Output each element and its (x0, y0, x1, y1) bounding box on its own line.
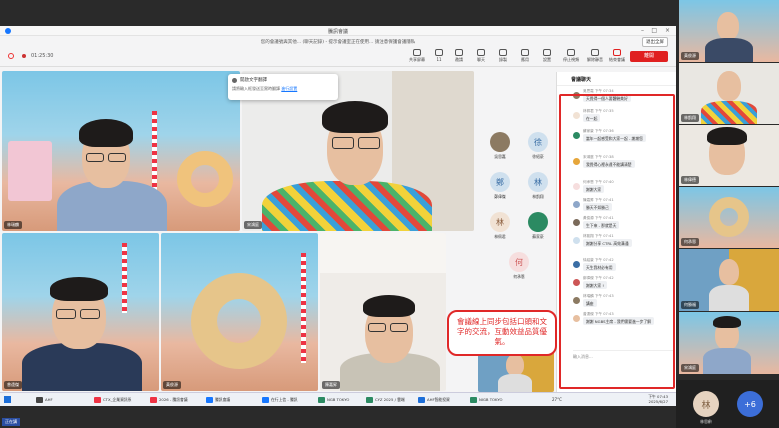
tooltip-body: 請將輸入框發送至實時翻譯 進行設置 (232, 86, 334, 92)
avatar-name: 徐紹豪 (532, 154, 544, 159)
video-tile[interactable]: 曾遠傑 (2, 233, 159, 391)
exit-fullscreen-button[interactable]: 退出全屏 (642, 37, 668, 47)
notice-banner: 您的會議號與其他... (聊天記錄) - 提示會議室正在使用... 請注意保護會… (0, 36, 676, 47)
avatar[interactable] (528, 212, 548, 232)
camera-icon (567, 49, 575, 56)
minimize-icon[interactable]: – (641, 27, 644, 34)
avatar-name: 何承恩 (513, 274, 525, 279)
apps-button[interactable]: 應用 (514, 49, 536, 63)
chat-header: 會議聊天 × (557, 72, 676, 86)
title-bar: 騰訊會議 – □ × (0, 26, 676, 36)
avatar[interactable]: 林 (490, 212, 510, 232)
tile-name: 黃俊源 (163, 381, 181, 389)
participants-button[interactable]: 11 (428, 49, 450, 62)
window-title: 騰訊會議 (327, 29, 348, 35)
weather-temperature: 27°C (552, 397, 562, 402)
taskbar-item[interactable]: AHF (36, 395, 53, 405)
avatar[interactable]: 林 (693, 391, 719, 417)
avatar-name: 林凱翔 (532, 194, 544, 199)
avatar-name: 吳思嘉 (494, 154, 506, 159)
taskbar-item[interactable]: CTX_企業資訊系 (94, 395, 131, 405)
avatar[interactable]: 何 (509, 252, 529, 272)
video-tile[interactable]: 林瑞麟 (2, 71, 240, 231)
strip-video-tile[interactable]: 黃俊源 (679, 0, 779, 62)
record-status-icon (8, 53, 14, 59)
info-icon (232, 78, 237, 83)
apps-icon (521, 49, 529, 56)
translation-tooltip: 開啟文字翻譯 請將輸入框發送至實時翻譯 進行設置 (228, 74, 338, 100)
meeting-toolbar: 01:25:30 共享屏幕 11 邀請 聊天 錄製 應用 設置 停止視頻 解除靜… (0, 47, 676, 67)
taskbar: AHF CTX_企業資訊系 2026 - 騰訊會議 騰訊會議 在行上信 - 騰訊… (0, 392, 676, 406)
strip-video-tile[interactable]: 林偉德 (679, 125, 779, 186)
speaking-tag: 正在講 (2, 418, 20, 426)
meeting-window: 騰訊會議 – □ × 您的會議號與其他... (聊天記錄) - 提示會議室正在使… (0, 26, 676, 392)
invite-icon (455, 49, 463, 56)
cake-decoration (8, 141, 52, 201)
tile-name: 曾遠傑 (4, 381, 22, 389)
record-button[interactable]: 錄製 (492, 49, 514, 63)
maximize-icon[interactable]: □ (651, 27, 657, 34)
annotation-callout: 會議線上同步包括口頭和文字的交流，互動效益品質優氣。 (447, 310, 557, 356)
settings-button[interactable]: 設置 (536, 49, 558, 63)
tile-name: 陳嘉昇 (322, 381, 340, 389)
close-icon[interactable]: × (665, 27, 670, 34)
chat-icon (477, 49, 485, 56)
people-icon (435, 49, 443, 56)
more-participants-button[interactable]: +6 (737, 391, 763, 417)
invite-button[interactable]: 邀請 (448, 49, 470, 63)
avatar[interactable]: 鄭 (490, 172, 510, 192)
banner-text: 您的會議號與其他... (聊天記錄) - 提示會議室正在使用... 請注意保護會… (260, 40, 416, 45)
video-tile[interactable]: 黃俊源 (161, 233, 318, 391)
stop-share-icon (613, 49, 621, 56)
screen: 騰訊會議 – □ × 您的會議號與其他... (聊天記錄) - 提示會議室正在使… (0, 0, 779, 428)
taskbar-item[interactable]: AHF智能投資 (418, 395, 450, 405)
tile-name: 林瑞麟 (4, 221, 22, 229)
live-dot-icon (22, 54, 26, 58)
share-screen-button[interactable]: 共享屏幕 (406, 49, 428, 63)
taskbar-item[interactable]: 2026 - 騰訊會議 (150, 395, 188, 405)
strip-video-tile[interactable]: 林凱翔 (679, 63, 779, 124)
microphone-icon (591, 49, 599, 56)
taskbar-item[interactable]: CYZ 2025 / 雲端 (366, 395, 405, 405)
close-icon[interactable]: × (571, 75, 670, 82)
avatar-name: 蘇家豪 (532, 234, 544, 239)
share-icon (413, 49, 421, 56)
avatar-name: 林佩君 (494, 234, 506, 239)
avatar-name: 鄭偉傑 (494, 194, 506, 199)
tile-name: 宋鴻庭 (244, 221, 262, 229)
record-icon (499, 49, 507, 56)
taskbar-item[interactable]: 騰訊會議 (206, 395, 230, 405)
avatar[interactable] (490, 132, 510, 152)
strip-video-tile[interactable]: 何承恩 (679, 187, 779, 248)
windows-start-icon[interactable] (4, 396, 11, 403)
chat-button[interactable]: 聊天 (470, 49, 492, 63)
avatar[interactable]: 林 (528, 172, 548, 192)
tooltip-settings-link[interactable]: 進行設置 (281, 86, 297, 91)
tooltip-body-text: 請將輸入框發送至實時翻譯 (232, 86, 280, 91)
avatar[interactable]: 徐 (528, 132, 548, 152)
clock: 下午 07:43 2025/6/27 (648, 394, 668, 404)
video-tile[interactable]: 陳嘉昇 (320, 233, 446, 391)
end-share-button[interactable]: 結束會議 (606, 49, 628, 63)
gear-icon (543, 49, 551, 56)
taskbar-item[interactable]: 在行上信 - 騰訊 (262, 395, 298, 405)
highlight-box (559, 94, 675, 389)
taskbar-item[interactable]: NGB TOKYO (318, 395, 349, 405)
leave-button[interactable]: 離開 (630, 51, 668, 62)
avatar-name: 林思齡 (700, 419, 712, 424)
unmute-button[interactable]: 解除靜音 (584, 49, 606, 63)
strip-video-tile[interactable]: 何勝福 (679, 249, 779, 311)
taskbar-item[interactable]: NIGB TOKYO (470, 395, 502, 405)
stop-video-button[interactable]: 停止視頻 (560, 49, 582, 63)
strip-video-tile[interactable]: 宋鴻庭 (679, 312, 779, 374)
meeting-timer: 01:25:30 (31, 53, 54, 59)
tooltip-title: 開啟文字翻譯 (240, 78, 267, 83)
